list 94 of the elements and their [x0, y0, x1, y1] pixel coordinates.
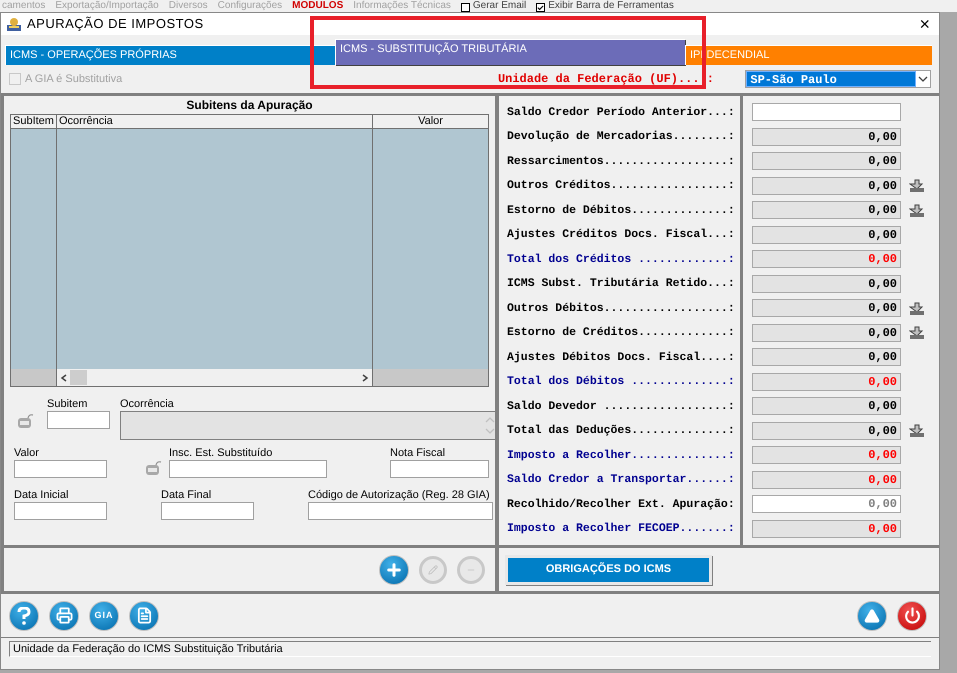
close-button[interactable]: × — [915, 15, 934, 33]
amount-field[interactable]: 0,00 — [752, 176, 901, 195]
up-button[interactable] — [857, 600, 887, 630]
nota-fiscal-field[interactable] — [390, 460, 489, 478]
summary-label: Imposto a Recolher FECOEP.......: — [507, 521, 735, 538]
horizontal-scrollbar[interactable] — [57, 369, 373, 386]
section-title: Subitens da Apuração — [185, 97, 314, 114]
summary-label: Ajustes Débitos Docs. Fiscal....: — [507, 350, 735, 366]
document-icon — [136, 607, 152, 624]
amount-field[interactable]: 0,00 — [752, 324, 901, 342]
amount-field[interactable]: 0,00 — [752, 372, 901, 391]
triangle-icon — [864, 608, 880, 624]
checkbox[interactable] — [460, 3, 470, 12]
column-header[interactable]: Valor — [373, 115, 488, 128]
summary-label: Total dos Débitos ..............: — [507, 374, 735, 390]
field-label: Subitem — [47, 397, 88, 411]
summary-label: Outros Débitos..................: — [507, 300, 735, 317]
checkbox-label: A GIA é Substitutiva — [25, 72, 122, 87]
amount-field[interactable]: 0,00 — [752, 152, 901, 170]
field-label: Insc. Est. Substituído — [169, 446, 274, 460]
folder-arrow-icon[interactable] — [909, 300, 925, 316]
tab[interactable]: ICMS - SUBSTITUIÇÃO TRIBUTÁRIA — [335, 39, 685, 65]
summary-label: Saldo Credor Período Anterior...: — [507, 104, 735, 121]
help-icon — [17, 606, 31, 624]
power-button[interactable] — [897, 600, 927, 630]
field-label: Valor — [14, 446, 40, 460]
summary-label: Saldo Devedor ..................: — [507, 398, 735, 415]
gia-button[interactable]: GIA — [89, 600, 119, 630]
summary-label: Imposto a Recolher..............: — [507, 448, 735, 464]
field-label: Data Inicial — [14, 488, 70, 502]
window-title: APURAÇÃO DE IMPOSTOS — [27, 15, 204, 34]
insc-field[interactable] — [169, 460, 327, 478]
folder-arrow-icon[interactable] — [909, 325, 925, 340]
menu-item[interactable]: MODULOS — [292, 0, 344, 12]
data-inicial-field[interactable] — [14, 502, 107, 520]
folder-arrow-icon[interactable] — [909, 178, 925, 194]
field-label: Nota Fiscal — [390, 446, 446, 460]
summary-label: Ressarcimentos..................: — [507, 154, 735, 170]
summary-label: Estorno de Débitos..............: — [507, 202, 735, 219]
checkbox-label: Gerar Email — [472, 0, 526, 12]
subitem-field[interactable] — [47, 411, 110, 429]
keyboard-icon[interactable] — [17, 413, 35, 429]
scroll-left-icon[interactable] — [60, 374, 68, 382]
amount-field[interactable]: 0,00 — [752, 226, 901, 244]
state-dropdown[interactable]: SP-São Paulo — [745, 70, 931, 88]
amount-field[interactable]: 0,00 — [752, 422, 901, 440]
checkbox[interactable] — [536, 3, 546, 12]
amount-field[interactable]: 0,00 — [752, 495, 901, 514]
column-header[interactable]: Ocorrência — [57, 115, 373, 128]
amount-field[interactable]: 0,00 — [752, 397, 901, 416]
summary-label: Total dos Créditos .............: — [507, 252, 735, 268]
field-label: Data Final — [161, 488, 212, 502]
amount-field[interactable]: 0,00 — [752, 470, 901, 489]
print-button[interactable] — [49, 600, 79, 630]
summary-label: Devolução de Mercadorias........: — [507, 129, 735, 146]
add-button[interactable] — [379, 554, 409, 584]
codigo-field[interactable] — [308, 502, 493, 520]
status-bar: Unidade da Federação do ICMS Substituição Tributária — [9, 641, 931, 657]
summary-label: Saldo Credor a Transportar......: — [507, 472, 735, 488]
checkbox-label: Exibir Barra de Ferramentas — [548, 0, 674, 12]
obrigacoes-button[interactable]: OBRIGAÇÕES DO ICMS — [505, 554, 712, 584]
summary-label: Total das Deduções..............: — [507, 423, 735, 440]
folder-arrow-icon[interactable] — [909, 423, 925, 438]
keyboard-icon[interactable] — [145, 460, 163, 476]
amount-field[interactable]: 0,00 — [752, 299, 901, 318]
printer-icon — [56, 607, 72, 624]
valor-field[interactable] — [14, 460, 107, 478]
app-icon — [6, 16, 22, 32]
amount-field[interactable]: 0,00 — [752, 520, 901, 538]
summary-label: ICMS Subst. Tributária Retido...: — [507, 276, 735, 292]
amount-field[interactable]: 0,00 — [752, 250, 901, 268]
summary-label: Outros Créditos.................: — [507, 178, 735, 194]
amount-field[interactable]: 0,00 — [752, 274, 901, 293]
document-button[interactable] — [129, 600, 159, 630]
summary-label: Ajustes Créditos Docs. Fiscal...: — [507, 227, 735, 244]
amount-field[interactable]: 0,00 — [752, 446, 901, 464]
amount-field[interactable]: 0,00 — [752, 201, 901, 220]
power-icon — [904, 607, 920, 624]
summary-label: Estorno de Créditos.............: — [507, 325, 735, 342]
scrollbar-thumb[interactable] — [70, 370, 87, 385]
amount-field[interactable] — [752, 103, 901, 122]
amount-field[interactable]: 0,00 — [752, 348, 901, 366]
pencil-icon — [428, 564, 438, 574]
column-header[interactable]: SubItem — [11, 115, 57, 128]
summary-label: Recolhido/Recolher Ext. Apuração: — [507, 496, 735, 513]
folder-arrow-icon[interactable] — [909, 202, 925, 218]
plus-icon — [385, 560, 403, 578]
help-button[interactable] — [9, 600, 39, 630]
amount-field[interactable]: 0,00 — [752, 128, 901, 146]
field-label: Código de Autorização (Reg. 28 GIA) — [308, 488, 491, 502]
tab[interactable]: ICMS - OPERAÇÕES PRÓPRIAS — [5, 45, 335, 65]
scroll-right-icon[interactable] — [361, 374, 369, 382]
field-label: Ocorrência — [120, 397, 175, 411]
data-final-field[interactable] — [161, 502, 254, 520]
